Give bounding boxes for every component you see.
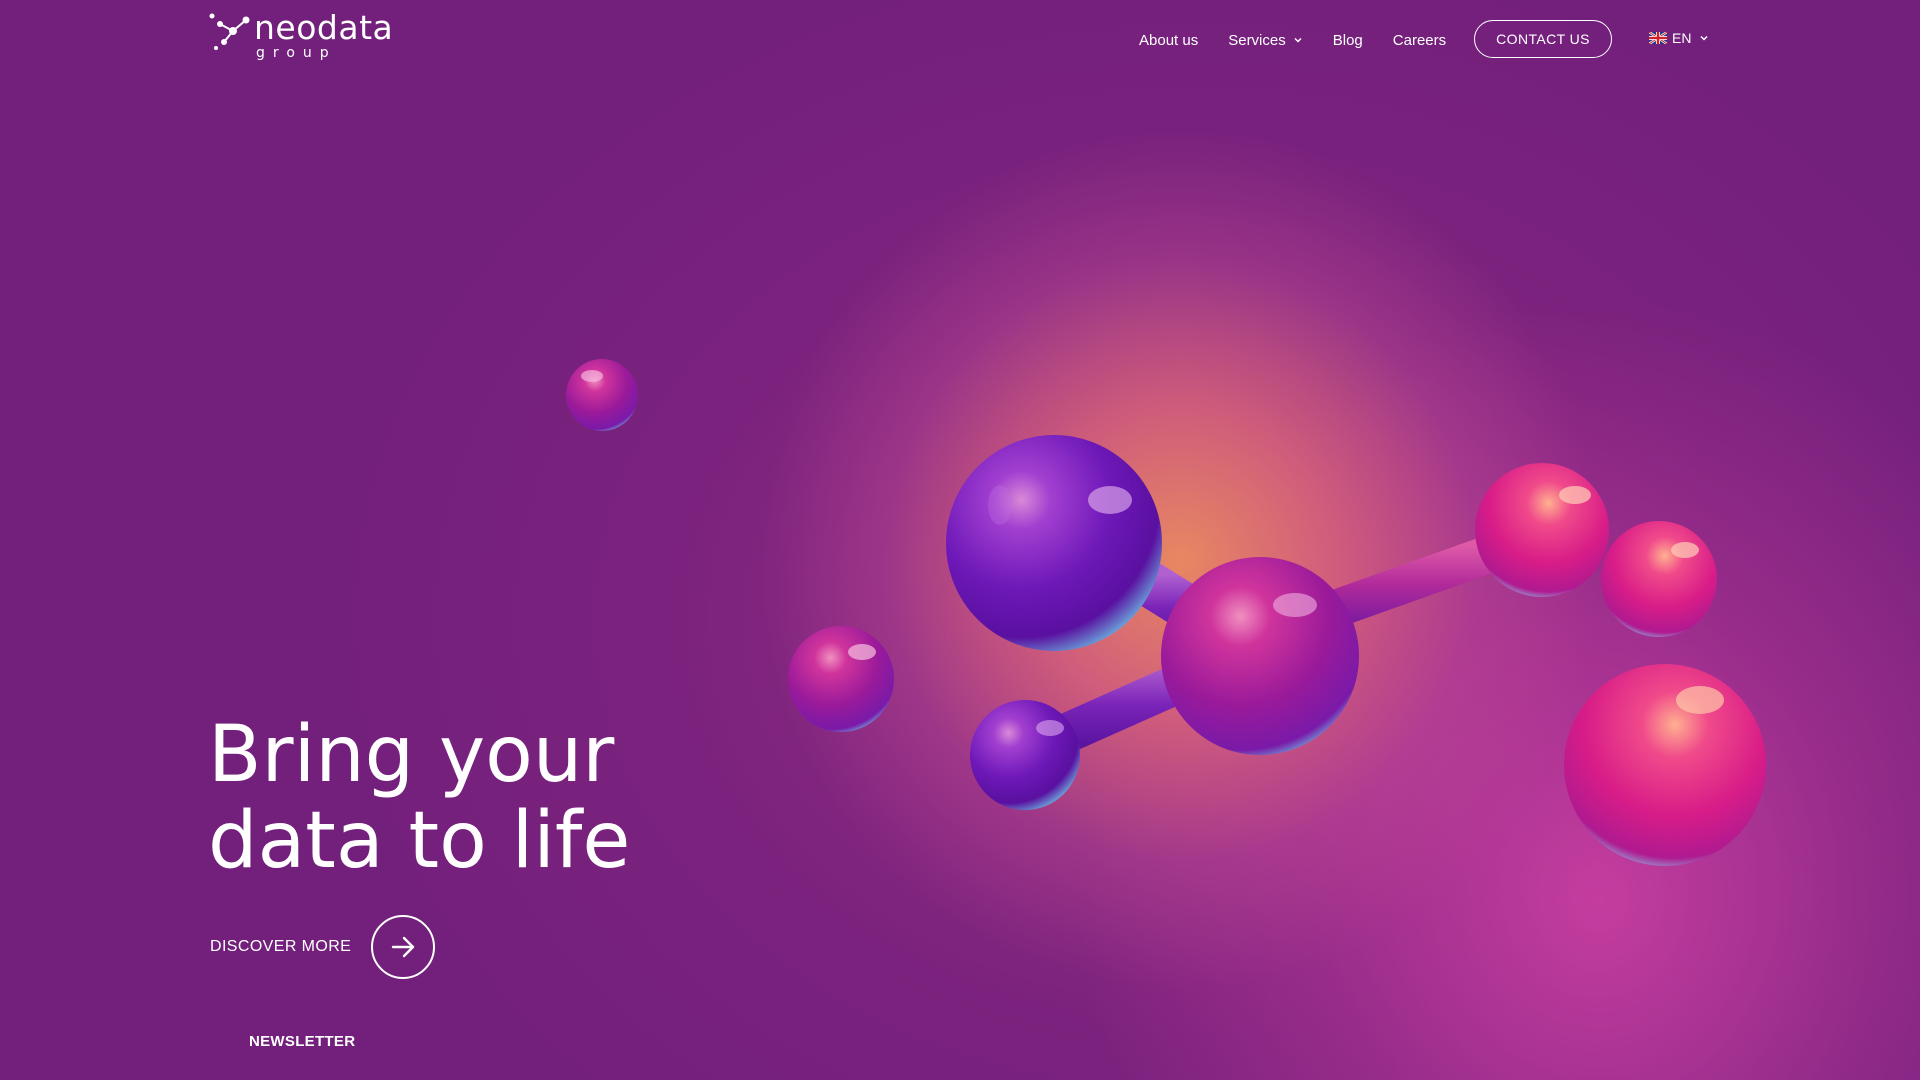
brand-subtitle: group — [256, 45, 337, 61]
uk-flag-icon — [1649, 32, 1667, 44]
nav-item-careers[interactable]: Careers — [1393, 32, 1446, 49]
chevron-down-icon — [1700, 35, 1708, 41]
main-nav: About us Services Blog Careers — [1139, 20, 1476, 60]
nav-item-about-us[interactable]: About us — [1139, 32, 1198, 49]
logo-mark-icon — [209, 13, 250, 50]
arrow-right-icon — [392, 936, 415, 958]
chevron-down-icon — [1294, 37, 1302, 43]
hero-headline-line-1: Bring your — [208, 710, 615, 800]
hero-headline: Bring your data to life — [208, 712, 768, 884]
nav-item-label: Careers — [1392, 31, 1447, 49]
brand-name: neodata — [254, 8, 394, 47]
nav-item-label: About us — [1139, 31, 1199, 49]
hero-headline-line-2: data to life — [208, 796, 631, 886]
brand-logo[interactable]: neodata group — [208, 8, 398, 66]
nav-item-services[interactable]: Services — [1228, 32, 1303, 49]
nav-item-label: Services — [1228, 31, 1286, 49]
discover-more-link[interactable]: DISCOVER MORE — [210, 914, 436, 980]
language-code: EN — [1672, 30, 1692, 46]
site-header: neodata group About us Services Blog Car… — [0, 0, 1920, 80]
discover-more-label: DISCOVER MORE — [210, 938, 352, 955]
contact-us-button[interactable]: CONTACT US — [1474, 20, 1612, 58]
nav-item-label: Blog — [1332, 31, 1363, 49]
nav-item-blog[interactable]: Blog — [1333, 32, 1363, 49]
newsletter-link[interactable]: NEWSLETTER — [249, 1033, 355, 1050]
discover-more-button[interactable] — [371, 915, 436, 979]
language-selector[interactable]: EN — [1649, 30, 1709, 46]
